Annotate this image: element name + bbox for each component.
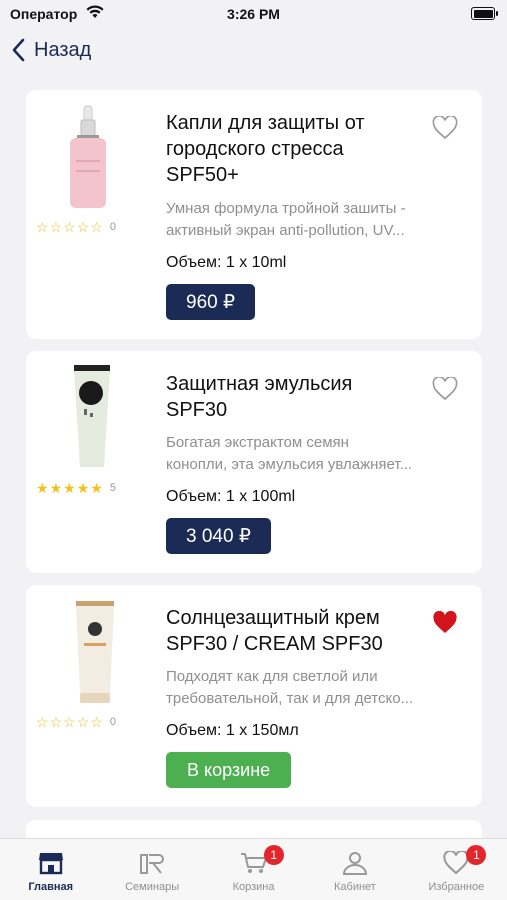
favorite-filled-icon[interactable] <box>432 611 458 635</box>
product-description: Подходят как для светлой или требователь… <box>166 668 414 707</box>
star-filled-icon: ★ <box>76 480 90 496</box>
product-image <box>74 365 110 467</box>
star-empty-icon: ☆ <box>76 219 90 235</box>
tab-label: Кабинет <box>334 881 376 893</box>
star-empty-icon: ☆ <box>90 219 103 235</box>
star-filled-icon: ★ <box>63 480 76 496</box>
product-image <box>70 105 106 208</box>
tab-home[interactable]: Главная <box>0 839 101 900</box>
star-filled-icon: ★ <box>90 480 103 496</box>
rating: ☆ ☆ ☆ ☆ ☆ 0 <box>36 220 116 234</box>
rating-count: 0 <box>109 716 116 728</box>
product-image <box>76 601 114 703</box>
star-empty-icon: ☆ <box>49 714 63 730</box>
tab-bar: Главная Семинары 1 Корзина Кабинет 1 Изб… <box>0 838 507 900</box>
tab-favorites[interactable]: 1 Избранное <box>406 839 507 900</box>
product-title: Солнцезащитный крем SPF30 / CREAM SPF30 <box>166 607 383 655</box>
star-empty-icon: ☆ <box>49 219 63 235</box>
nav-bar: Назад <box>0 30 507 80</box>
seminar-icon <box>140 854 165 874</box>
rating-count: 0 <box>109 221 116 233</box>
star-empty-icon: ☆ <box>90 714 103 730</box>
star-filled-icon: ★ <box>49 480 63 496</box>
product-card[interactable]: ☆ ☆ ☆ ☆ ☆ 0 Солнцезащитный крем SPF30 / … <box>26 585 482 807</box>
rating: ☆ ☆ ☆ ☆ ☆ 0 <box>36 715 116 729</box>
product-volume: Объем: 1 x 150мл <box>166 722 299 739</box>
favorite-outline-icon[interactable] <box>432 377 458 401</box>
cart-badge: 1 <box>263 845 284 865</box>
price-button[interactable]: 3 040 ₽ <box>166 518 271 554</box>
star-empty-icon: ☆ <box>63 714 76 730</box>
rating-count: 5 <box>109 482 116 494</box>
clock: 3:26 PM <box>227 6 280 22</box>
product-card[interactable]: ★ ★ ★ ★ ★ 5 Защитная эмульсия SPF30 Бога… <box>26 351 482 573</box>
favorite-outline-icon[interactable] <box>432 116 458 140</box>
product-description: Богатая экстрактом семян конопли, эта эм… <box>166 434 413 473</box>
tab-label: Избранное <box>428 881 485 893</box>
user-icon <box>342 852 367 875</box>
price-button[interactable]: 960 ₽ <box>166 284 256 320</box>
product-description: Умная формула тройной зашиты - активный … <box>166 200 406 239</box>
star-empty-icon: ☆ <box>36 714 49 730</box>
star-empty-icon: ☆ <box>36 219 49 235</box>
status-bar: Оператор 3:26 PM <box>0 0 507 30</box>
star-filled-icon: ★ <box>36 480 49 496</box>
product-list: ☆ ☆ ☆ ☆ ☆ 0 Капли для защиты от городско… <box>26 90 482 819</box>
tab-profile[interactable]: Кабинет <box>304 839 405 900</box>
product-volume: Объем: 1 x 100ml <box>166 488 296 505</box>
in-cart-button[interactable]: В корзине <box>166 752 292 788</box>
shop-icon <box>38 853 63 875</box>
product-card[interactable]: ☆ ☆ ☆ ☆ ☆ 0 Капли для защиты от городско… <box>26 90 482 339</box>
product-title: Капли для защиты от городского стресса S… <box>166 112 365 186</box>
rating: ★ ★ ★ ★ ★ 5 <box>36 481 116 495</box>
tab-label: Корзина <box>232 881 275 893</box>
product-title: Защитная эмульсия SPF30 <box>166 373 353 421</box>
tab-cart[interactable]: 1 Корзина <box>203 839 304 900</box>
star-empty-icon: ☆ <box>63 219 76 235</box>
star-empty-icon: ☆ <box>76 714 90 730</box>
battery-icon <box>471 7 498 20</box>
back-button[interactable]: Назад <box>12 38 91 62</box>
tab-seminars[interactable]: Семинары <box>101 839 202 900</box>
heart-icon <box>443 851 469 875</box>
chevron-left-icon <box>12 38 25 62</box>
back-label: Назад <box>34 38 92 61</box>
tab-label: Семинары <box>125 881 180 893</box>
product-volume: Объем: 1 x 10ml <box>166 254 287 271</box>
favorites-badge: 1 <box>466 845 487 865</box>
tab-label: Главная <box>28 881 74 893</box>
